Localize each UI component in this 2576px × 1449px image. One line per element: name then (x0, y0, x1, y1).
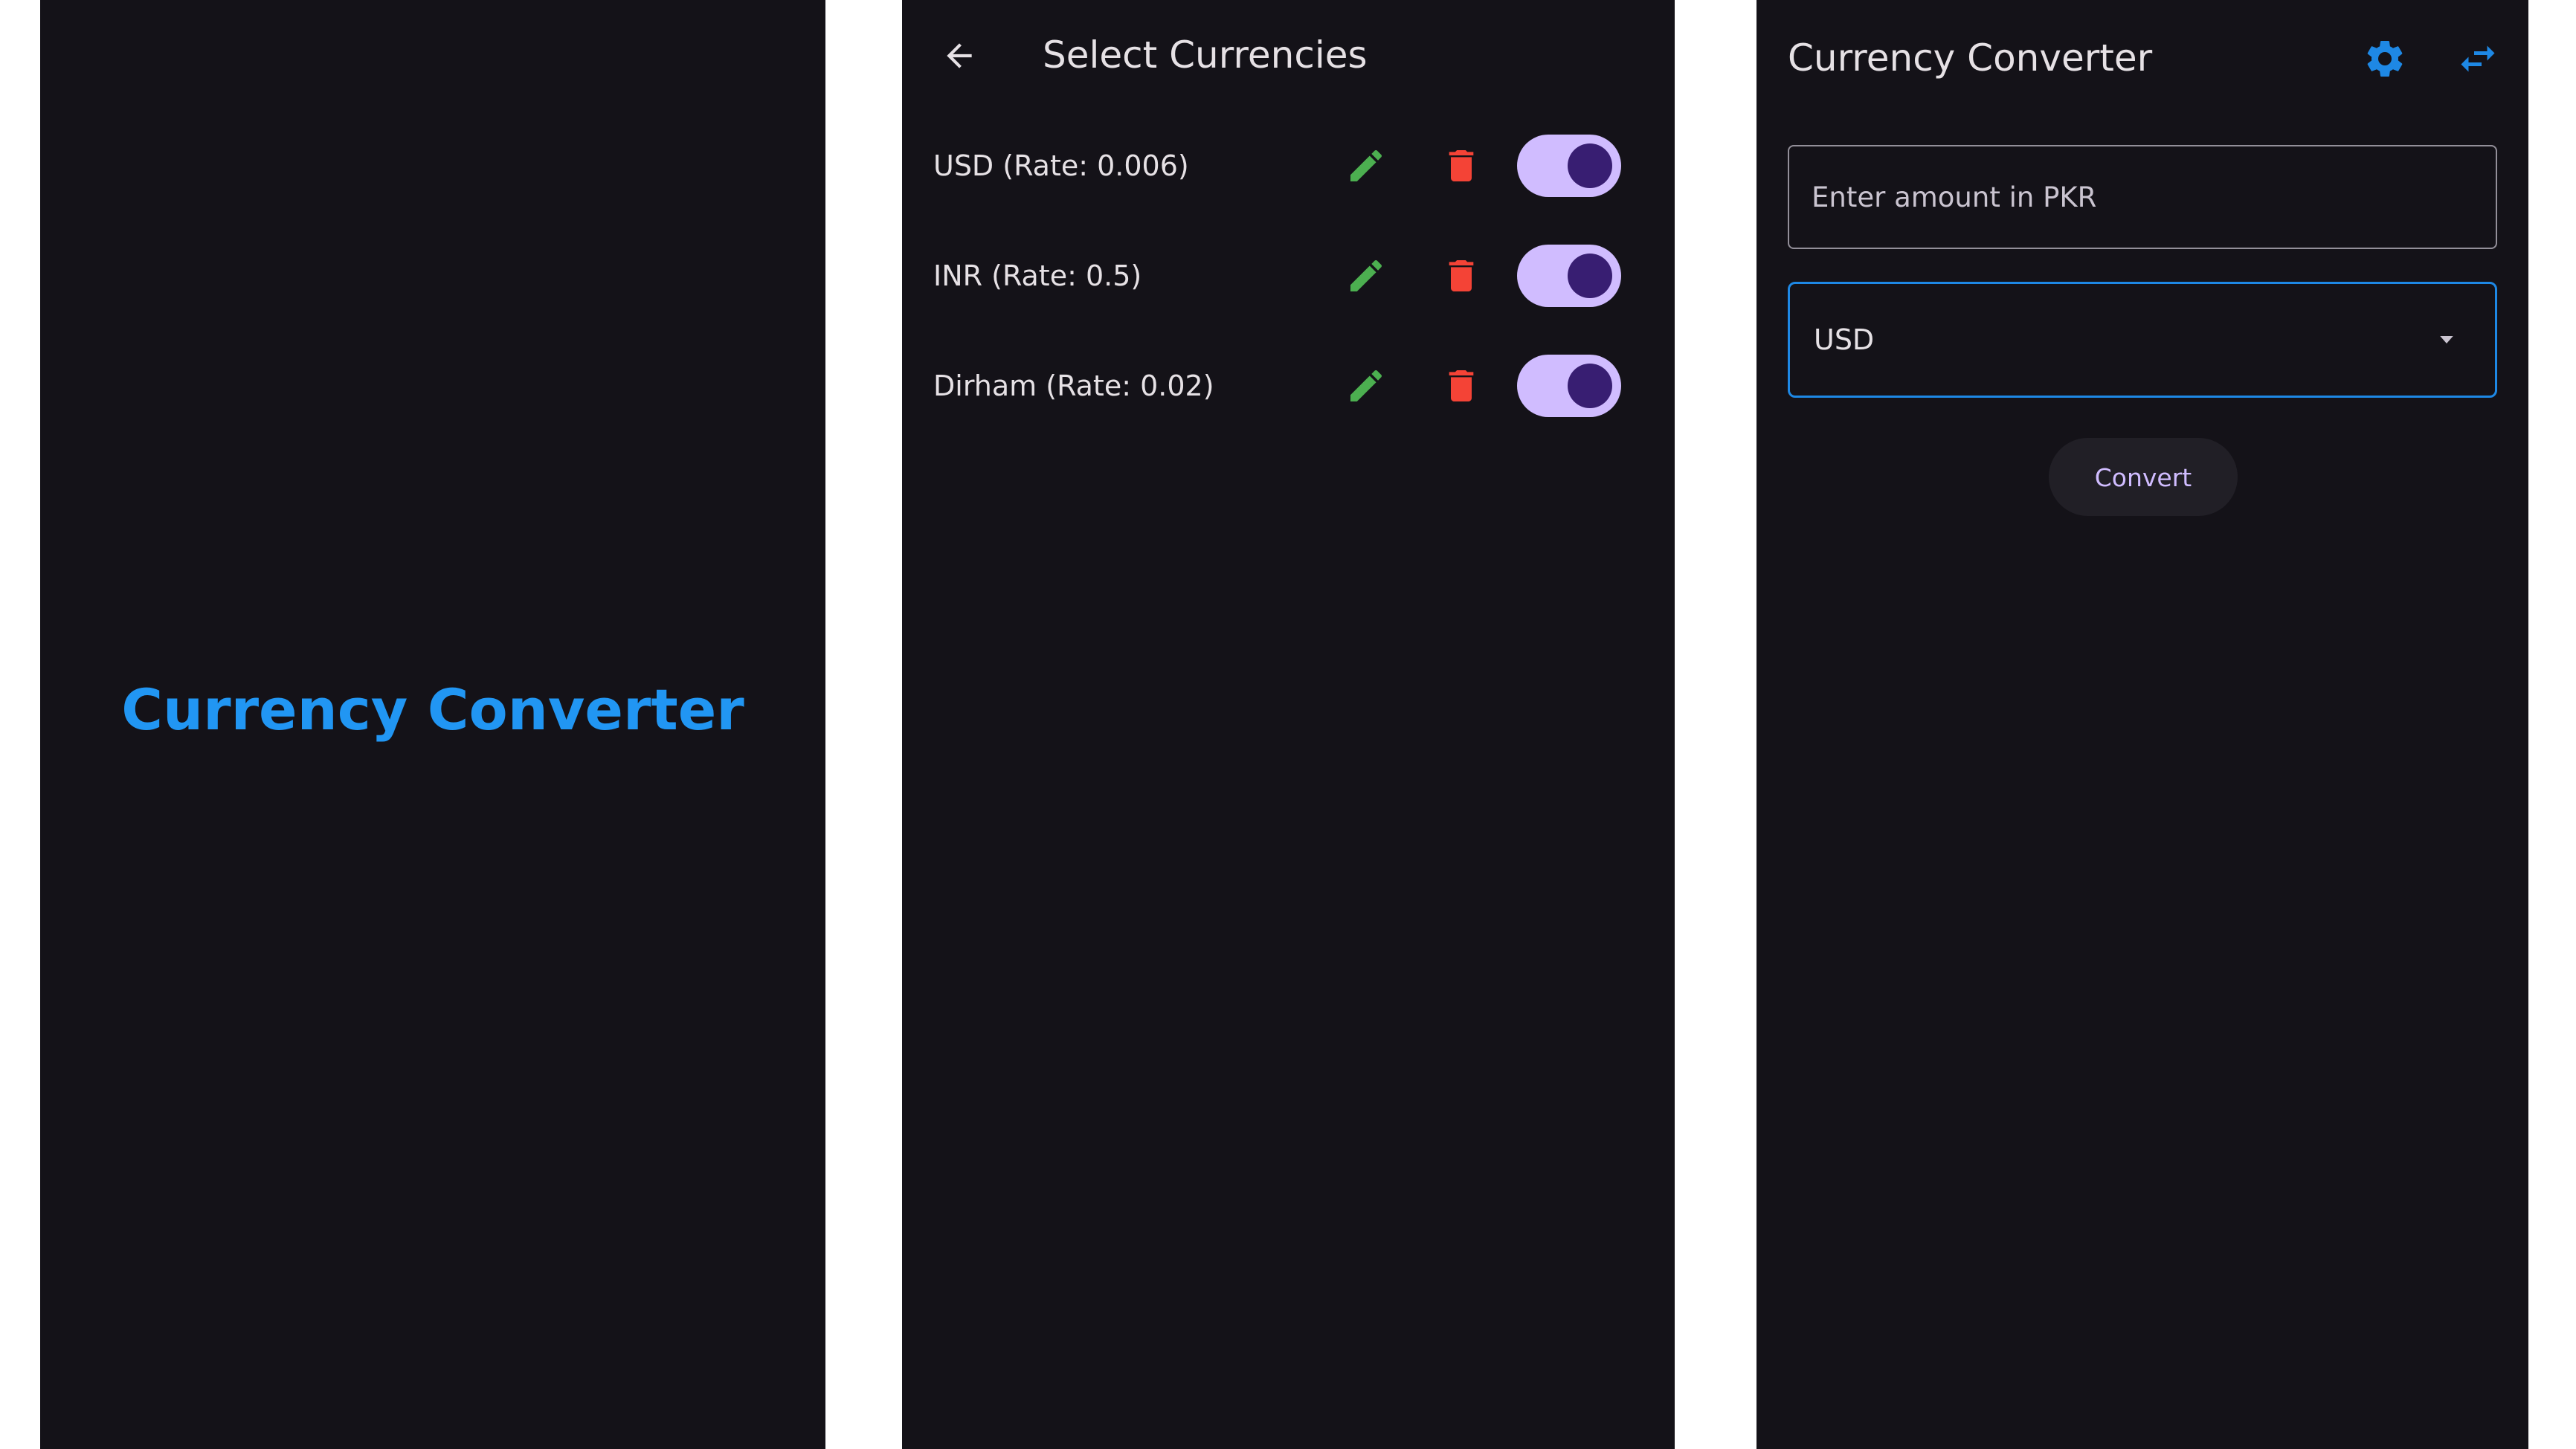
amount-field[interactable] (1788, 145, 2497, 249)
gear-icon (2367, 40, 2403, 77)
trash-icon (1449, 150, 1474, 181)
pencil-icon (1350, 259, 1382, 291)
delete-button[interactable] (1439, 364, 1484, 408)
toggle-thumb (1568, 364, 1612, 408)
swap-button[interactable] (2452, 33, 2504, 85)
settings-button[interactable] (2359, 33, 2411, 85)
edit-button[interactable] (1344, 364, 1388, 408)
back-button[interactable] (933, 30, 985, 82)
toggle-thumb (1568, 254, 1612, 298)
edit-button[interactable] (1344, 143, 1388, 188)
edit-button[interactable] (1344, 254, 1388, 298)
currency-label: Dirham (Rate: 0.02) (933, 369, 1214, 402)
delete-button[interactable] (1439, 254, 1484, 298)
trash-icon (1449, 260, 1474, 291)
splash-title: Currency Converter (121, 677, 744, 743)
delete-button[interactable] (1439, 143, 1484, 188)
currency-row-inr: INR (Rate: 0.5) (902, 231, 1675, 320)
pencil-icon (1350, 369, 1382, 401)
currency-row-dirham: Dirham (Rate: 0.02) (902, 341, 1675, 430)
toggle-thumb (1568, 143, 1612, 188)
swap-icon (2461, 45, 2495, 72)
currency-label: INR (Rate: 0.5) (933, 259, 1142, 292)
currency-label: USD (Rate: 0.006) (933, 149, 1189, 182)
enable-toggle[interactable] (1517, 245, 1621, 307)
arrow-left-icon (947, 43, 972, 68)
splash-screen: Currency Converter (40, 0, 825, 1449)
enable-toggle[interactable] (1517, 355, 1621, 417)
dropdown-selected-value: USD (1814, 323, 1875, 356)
amount-input[interactable] (1789, 146, 2496, 248)
select-currencies-screen: Select Currencies USD (Rate: 0.006) INR … (902, 0, 1675, 1449)
caret-down-icon (2435, 329, 2458, 351)
enable-toggle[interactable] (1517, 135, 1621, 197)
trash-icon (1449, 370, 1474, 401)
stage: Currency Converter Select Currencies USD… (0, 0, 2576, 1449)
currency-dropdown[interactable]: USD (1788, 282, 2497, 398)
convert-button[interactable]: Convert (2049, 438, 2238, 516)
app-title: Currency Converter (1788, 36, 2153, 80)
page-title: Select Currencies (1043, 33, 1368, 77)
converter-screen: Currency Converter USD Convert (1756, 0, 2528, 1449)
currency-row-usd: USD (Rate: 0.006) (902, 121, 1675, 210)
pencil-icon (1350, 149, 1382, 181)
